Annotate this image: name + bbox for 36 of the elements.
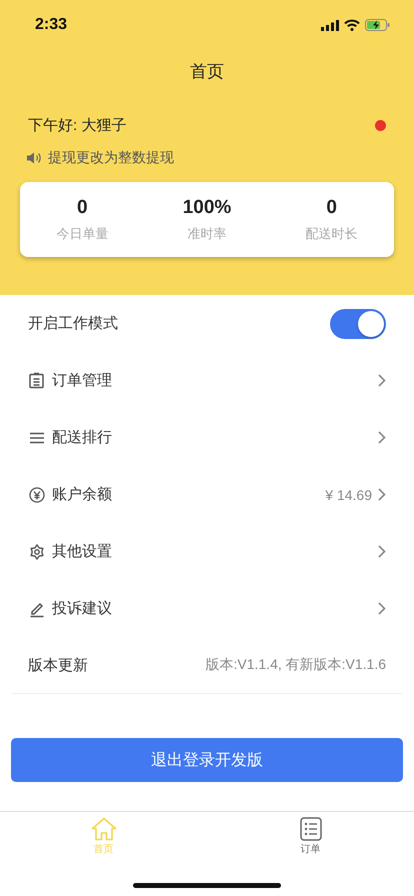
wifi-icon bbox=[344, 19, 360, 31]
stat-value: 0 bbox=[326, 196, 337, 218]
logout-button[interactable]: 退出登录开发版 bbox=[11, 738, 403, 782]
stat-value: 100% bbox=[182, 196, 232, 218]
menu-label: 开启工作模式 bbox=[28, 314, 119, 333]
chevron-icon bbox=[378, 431, 386, 444]
battery-charging-icon bbox=[365, 19, 390, 31]
menu-label: 版本更新 bbox=[28, 656, 89, 674]
work-mode-switch[interactable] bbox=[330, 308, 386, 338]
menu-label[interactable]: 账户余额 bbox=[52, 485, 320, 504]
status-time: 2:33 bbox=[35, 16, 68, 34]
menu-label[interactable]: 订单管理 bbox=[52, 371, 372, 390]
signal-icon bbox=[321, 20, 339, 30]
chevron-icon bbox=[378, 488, 386, 501]
stat-label: 准时率 bbox=[188, 224, 226, 242]
greeting-text: 下午好: 大狸子 bbox=[28, 116, 126, 134]
version-text: 版本:V1.1.4, 有新版本:V1.1.6 bbox=[205, 656, 386, 674]
chevron-icon bbox=[378, 602, 386, 615]
tab-bar-item[interactable]: 订单 bbox=[207, 812, 414, 861]
yen-coin-icon bbox=[28, 486, 46, 504]
clipboard-icon bbox=[28, 372, 46, 390]
balance-value: ¥ 14.69 bbox=[325, 486, 372, 502]
menu-label[interactable]: 其他设置 bbox=[52, 542, 372, 561]
stat-label: 配送时长 bbox=[306, 224, 358, 242]
stat-label: 今日单量 bbox=[56, 224, 108, 242]
notice-text: 提现更改为整数提现 bbox=[48, 149, 174, 167]
menu-label[interactable]: 投诉建议 bbox=[52, 599, 372, 618]
stat-value: 0 bbox=[77, 196, 88, 218]
page-title: 首页 bbox=[189, 60, 225, 82]
menu-label[interactable]: 配送排行 bbox=[52, 428, 372, 447]
chevron-icon bbox=[378, 374, 386, 387]
speaker-icon bbox=[26, 151, 42, 165]
home-icon bbox=[90, 817, 116, 841]
list-icon bbox=[300, 817, 322, 841]
flower-gear-icon bbox=[28, 542, 46, 560]
chevron-icon bbox=[378, 545, 386, 558]
